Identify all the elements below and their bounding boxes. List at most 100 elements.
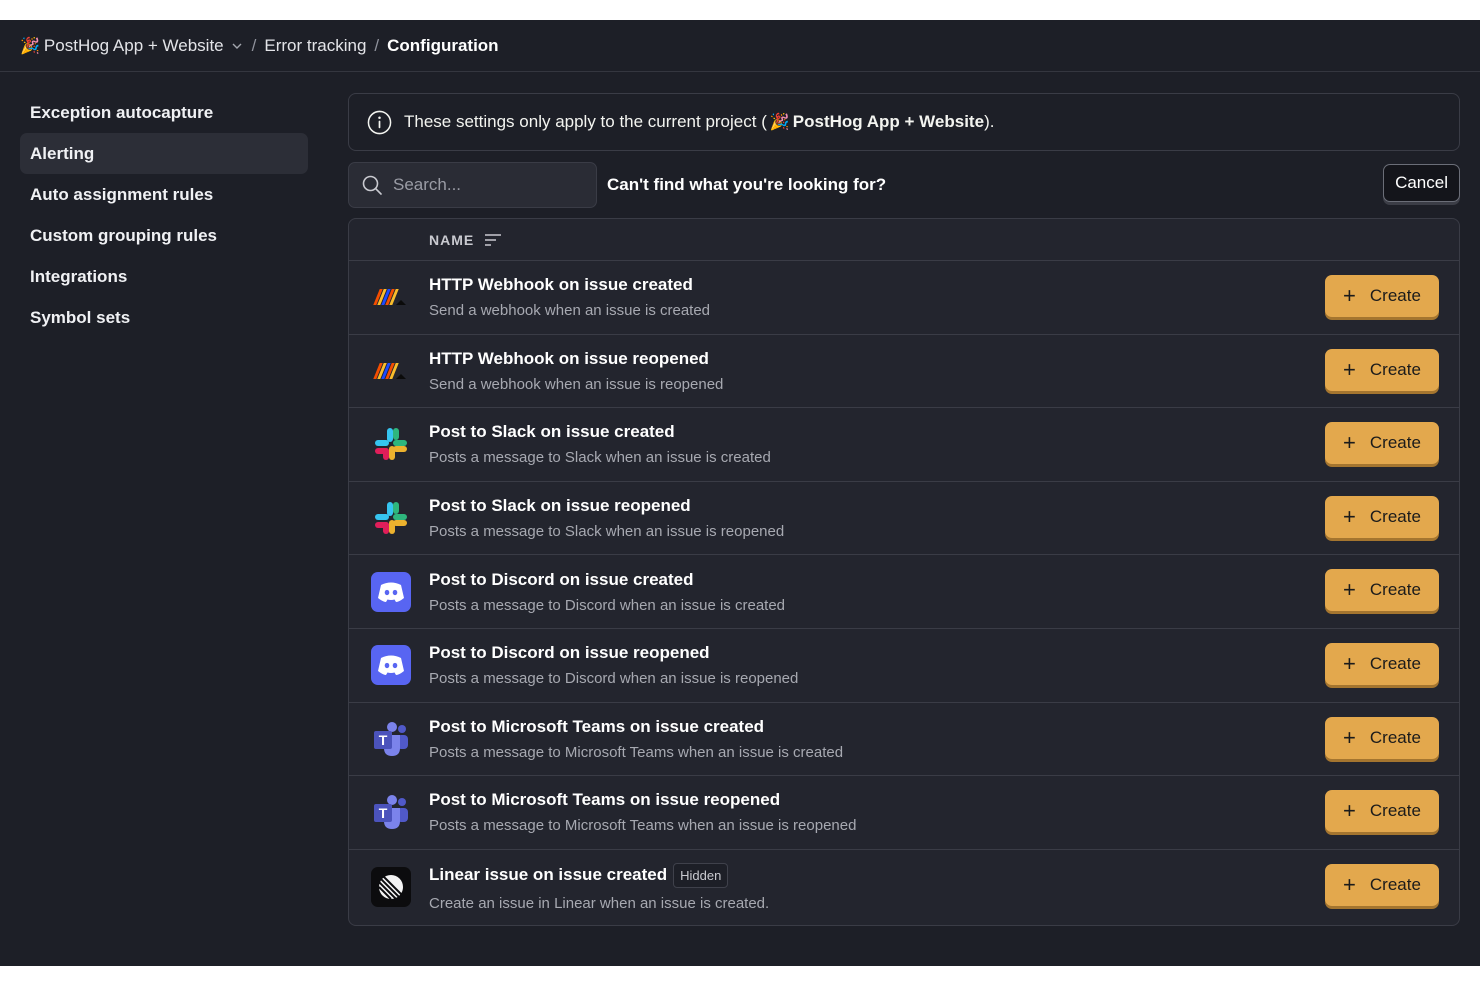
row-title[interactable]: Post to Slack on issue reopened	[429, 496, 784, 516]
notice-suffix: ).	[984, 112, 995, 131]
create-http-webhook-on-issue-reopened-button[interactable]: + Create	[1325, 348, 1439, 391]
teams-icon: T	[369, 790, 413, 834]
row-description: Create an issue in Linear when an issue …	[429, 894, 770, 912]
webhook-icon	[369, 349, 413, 393]
row-texts: HTTP Webhook on issue created Send a webh…	[429, 275, 710, 319]
table-row[interactable]: T Post to Microsoft Teams on issue reopen…	[349, 776, 1459, 850]
row-title[interactable]: Post to Microsoft Teams on issue created	[429, 717, 843, 737]
create-http-webhook-on-issue-created-button[interactable]: + Create	[1325, 275, 1439, 317]
row-title[interactable]: Linear issue on issue created Hidden	[429, 862, 769, 888]
table-row[interactable]: HTTP Webhook on issue reopened Send a web…	[349, 335, 1459, 409]
row-texts: Post to Microsoft Teams on issue created…	[429, 717, 843, 761]
create-label: Create	[1369, 433, 1421, 453]
create-label: Create	[1369, 506, 1421, 526]
create-linear-issue-on-issue-created-button[interactable]: + Create	[1325, 863, 1439, 906]
cancel-button[interactable]: Cancel	[1383, 164, 1460, 202]
table-row[interactable]: HTTP Webhook on issue created Send a webh…	[349, 261, 1459, 335]
row-description: Posts a message to Slack when an issue i…	[429, 449, 771, 467]
create-label: Create	[1369, 359, 1421, 379]
sidebar-item-auto-assignment-rules[interactable]: Auto assignment rules	[20, 174, 308, 215]
row-title-text: Post to Microsoft Teams on issue created	[429, 716, 765, 736]
sidebar-item-custom-grouping-rules[interactable]: Custom grouping rules	[20, 215, 308, 256]
alerts-table: NAME HTTP Webhook on issue created Send a…	[348, 218, 1460, 926]
breadcrumb-current: Configuration	[387, 35, 499, 55]
sidebar-item-exception-autocapture[interactable]: Exception autocapture	[20, 92, 308, 133]
plus-icon: +	[1343, 430, 1356, 456]
row-texts: Post to Discord on issue created Posts a …	[429, 570, 785, 614]
breadcrumb-separator: /	[374, 35, 380, 55]
row-title[interactable]: HTTP Webhook on issue created	[429, 275, 710, 295]
row-title-text: Post to Slack on issue created	[429, 422, 675, 442]
table-body: HTTP Webhook on issue created Send a webh…	[349, 261, 1459, 925]
plus-icon: +	[1343, 871, 1356, 897]
row-texts: HTTP Webhook on issue reopened Send a web…	[429, 349, 723, 393]
plus-icon: +	[1343, 724, 1356, 750]
teams-icon: T	[369, 717, 413, 761]
create-post-to-slack-on-issue-created-button[interactable]: + Create	[1325, 422, 1439, 465]
create-post-to-discord-on-issue-reopened-button[interactable]: + Create	[1325, 642, 1439, 685]
table-row[interactable]: Linear issue on issue created Hidden Creat…	[349, 850, 1459, 925]
row-title-text: HTTP Webhook on issue reopened	[429, 348, 709, 368]
sidebar-item-alerting[interactable]: Alerting	[20, 133, 308, 174]
row-texts: Post to Slack on issue reopened Posts a m…	[429, 496, 784, 540]
app-window: 🎉 PostHog App + Website / Error tracking…	[0, 20, 1480, 966]
discord-icon	[369, 570, 413, 614]
row-description: Posts a message to Microsoft Teams when …	[429, 743, 844, 761]
table-row[interactable]: T Post to Microsoft Teams on issue create…	[349, 703, 1459, 777]
table-row[interactable]: Post to Discord on issue reopened Posts a…	[349, 629, 1459, 703]
row-description: Send a webhook when an issue is reopened	[429, 375, 724, 393]
plus-icon: +	[1343, 356, 1356, 382]
create-post-to-discord-on-issue-created-button[interactable]: + Create	[1325, 569, 1439, 612]
linear-icon	[369, 865, 413, 909]
row-description: Posts a message to Discord when an issue…	[429, 596, 786, 614]
search-box[interactable]	[348, 161, 597, 208]
hidden-badge: Hidden	[673, 862, 729, 888]
breadcrumb: 🎉 PostHog App + Website / Error tracking…	[0, 20, 1480, 72]
create-label: Create	[1369, 727, 1421, 747]
row-description: Posts a message to Microsoft Teams when …	[429, 817, 857, 835]
create-post-to-microsoft-teams-on-issue-reopened-button[interactable]: + Create	[1325, 790, 1439, 833]
table-row[interactable]: Post to Slack on issue created Posts a me…	[349, 408, 1459, 482]
svg-text:T: T	[379, 732, 388, 748]
plus-icon: +	[1343, 650, 1356, 676]
row-title-text: Post to Discord on issue reopened	[429, 643, 710, 663]
row-title-text: Post to Slack on issue reopened	[429, 496, 691, 516]
row-description: Posts a message to Slack when an issue i…	[429, 523, 785, 541]
info-icon	[367, 110, 392, 134]
plus-icon: +	[1343, 283, 1356, 308]
slack-icon	[369, 422, 413, 466]
table-header: NAME	[349, 219, 1459, 261]
create-label: Create	[1369, 801, 1421, 821]
create-post-to-microsoft-teams-on-issue-created-button[interactable]: + Create	[1325, 716, 1439, 759]
plus-icon: +	[1343, 798, 1356, 824]
breadcrumb-section[interactable]: Error tracking	[264, 36, 366, 56]
create-label: Create	[1369, 653, 1421, 673]
sidebar-item-symbol-sets[interactable]: Symbol sets	[20, 297, 308, 338]
chevron-down-icon[interactable]	[230, 39, 244, 53]
sidebar: Exception autocapture Alerting Auto assi…	[20, 92, 308, 338]
sidebar-item-integrations[interactable]: Integrations	[20, 256, 308, 297]
create-post-to-slack-on-issue-reopened-button[interactable]: + Create	[1325, 495, 1439, 538]
table-row[interactable]: Post to Discord on issue created Posts a …	[349, 555, 1459, 629]
row-title[interactable]: Post to Discord on issue created	[429, 570, 785, 590]
column-header-name[interactable]: NAME	[429, 232, 474, 248]
row-description: Posts a message to Discord when an issue…	[429, 670, 799, 688]
notice-prefix: These settings only apply to the current…	[404, 112, 767, 131]
sort-icon[interactable]	[484, 233, 502, 247]
row-title[interactable]: Post to Microsoft Teams on issue reopene…	[429, 790, 856, 810]
create-label: Create	[1369, 580, 1421, 600]
webhook-icon	[369, 275, 413, 319]
row-title[interactable]: Post to Discord on issue reopened	[429, 643, 798, 663]
breadcrumb-separator: /	[251, 35, 257, 55]
row-title[interactable]: HTTP Webhook on issue reopened	[429, 349, 723, 369]
row-title-text: Post to Discord on issue created	[429, 569, 694, 589]
project-notice: These settings only apply to the current…	[348, 93, 1460, 151]
row-title-text: Post to Microsoft Teams on issue reopene…	[429, 790, 781, 810]
table-row[interactable]: Post to Slack on issue reopened Posts a m…	[349, 482, 1459, 556]
search-icon	[362, 175, 382, 195]
plus-icon: +	[1343, 577, 1356, 603]
row-title[interactable]: Post to Slack on issue created	[429, 422, 771, 442]
row-texts: Post to Slack on issue created Posts a me…	[429, 422, 771, 466]
breadcrumb-project[interactable]: 🎉 PostHog App + Website	[20, 36, 244, 56]
search-input[interactable]	[391, 173, 575, 196]
